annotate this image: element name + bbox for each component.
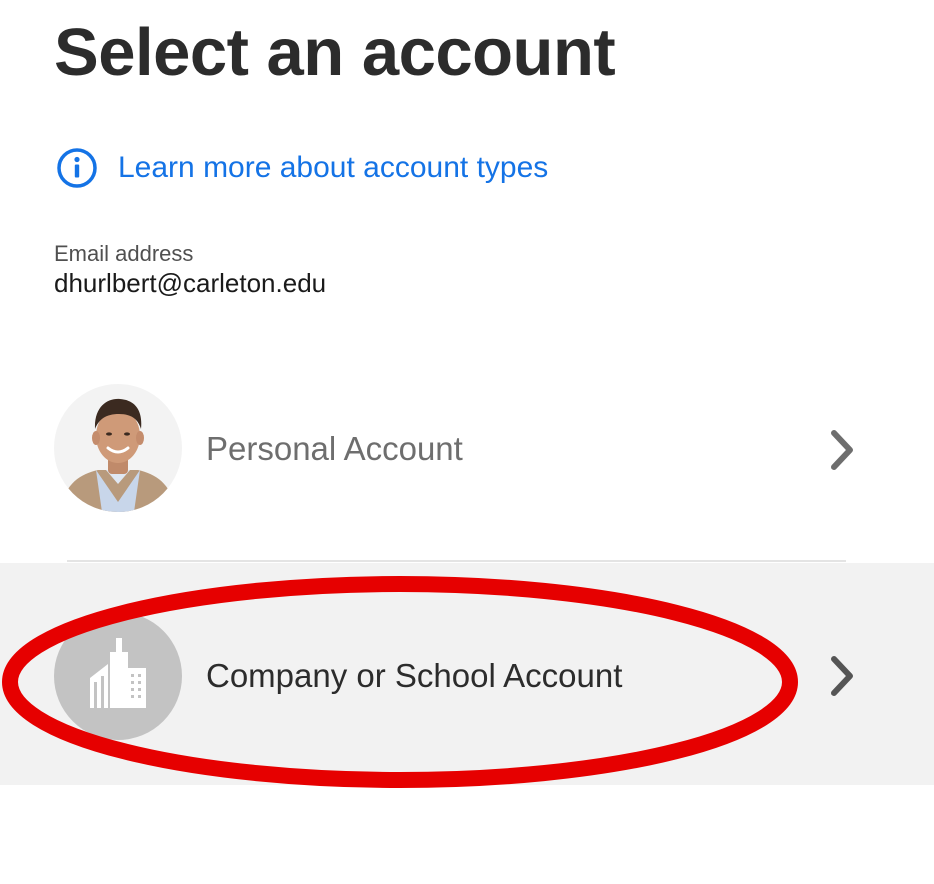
company-school-account-label: Company or School Account <box>206 657 623 694</box>
row-divider <box>67 560 846 562</box>
email-label: Email address <box>54 241 194 266</box>
chevron-right-icon <box>831 656 853 696</box>
learn-more-row: Learn more about account types <box>56 146 548 190</box>
account-selection-page: Select an account Learn more about accou… <box>0 0 934 884</box>
personal-account-option[interactable]: Personal Account <box>0 339 934 561</box>
personal-account-label: Personal Account <box>206 430 463 467</box>
company-school-account-option[interactable]: Company or School Account <box>0 563 934 785</box>
chevron-right-icon <box>831 430 853 470</box>
learn-more-link[interactable]: Learn more about account types <box>118 151 548 185</box>
info-icon <box>57 148 97 188</box>
page-title: Select an account <box>54 15 616 90</box>
email-value: dhurlbert@carleton.edu <box>54 268 327 298</box>
user-photo <box>54 384 182 512</box>
building-icon <box>54 612 182 740</box>
